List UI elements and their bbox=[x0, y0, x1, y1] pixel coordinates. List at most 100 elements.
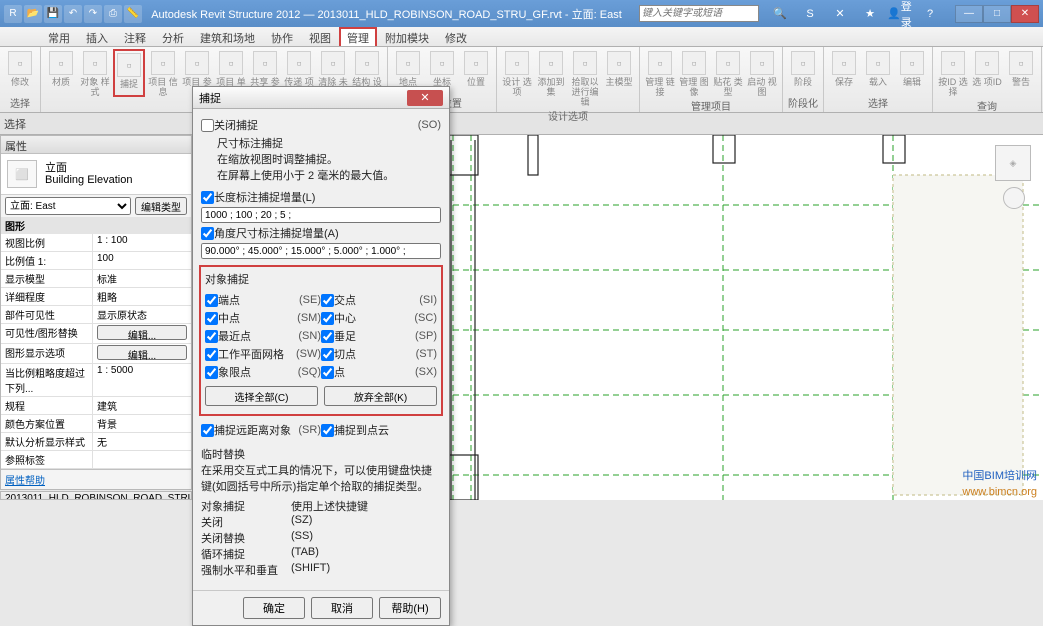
ribbon-button[interactable]: ▫选 项ID bbox=[971, 49, 1003, 97]
disable-snaps-checkbox[interactable] bbox=[201, 119, 214, 132]
type-selector[interactable]: ⬜ 立面 Building Elevation bbox=[1, 154, 191, 195]
view-cube[interactable]: ◈ bbox=[995, 145, 1031, 181]
ribbon-button[interactable]: ▫主模型 bbox=[603, 49, 635, 107]
property-value[interactable]: 粗略 bbox=[93, 288, 191, 305]
ribbon-tab-6[interactable]: 视图 bbox=[301, 27, 339, 46]
ribbon-button-icon: ▫ bbox=[396, 51, 420, 75]
snap-checkbox[interactable] bbox=[321, 312, 334, 325]
property-value[interactable]: 无 bbox=[93, 433, 191, 450]
ribbon-button[interactable]: ▫阶段 bbox=[787, 49, 819, 94]
exchange-icon[interactable]: ✕ bbox=[827, 5, 853, 23]
ribbon-button[interactable]: ▫载入 bbox=[862, 49, 894, 94]
ribbon-tab-7[interactable]: 管理 bbox=[339, 27, 377, 46]
help-icon[interactable]: ? bbox=[917, 5, 943, 23]
ribbon-button[interactable]: ▫捕捉 bbox=[113, 49, 145, 97]
property-value[interactable]: 1 : 100 bbox=[93, 234, 191, 251]
favorites-icon[interactable]: ★ bbox=[857, 5, 883, 23]
ribbon-button[interactable]: ▫添加到集 bbox=[535, 49, 567, 107]
properties-help-link[interactable]: 属性帮助 bbox=[1, 469, 191, 489]
shortcut-row: 强制水平和垂直(SHIFT) bbox=[201, 562, 441, 578]
property-name: 当比例粗略度超过下列... bbox=[1, 364, 93, 396]
ribbon-button[interactable]: ▫警告 bbox=[1005, 49, 1037, 97]
ribbon-button-label: 主模型 bbox=[605, 77, 632, 87]
signin-button[interactable]: 👤 登录 bbox=[887, 5, 913, 23]
select-all-button[interactable]: 选择全部(C) bbox=[205, 386, 318, 406]
snap-checkbox[interactable] bbox=[205, 366, 218, 379]
app-menu-icon[interactable]: R bbox=[4, 5, 22, 23]
ribbon-button[interactable]: ▫启动 视图 bbox=[746, 49, 778, 97]
ribbon-group-label: 选择 bbox=[4, 94, 36, 110]
ribbon-button[interactable]: ▫拾取以进行编辑 bbox=[569, 49, 601, 107]
snap-checkbox[interactable] bbox=[205, 312, 218, 325]
ribbon-button[interactable]: ▫保存 bbox=[828, 49, 860, 94]
window-close-button[interactable]: ✕ bbox=[1011, 5, 1039, 23]
ribbon-button-icon: ▫ bbox=[941, 51, 965, 75]
property-value[interactable]: 编辑... bbox=[93, 324, 191, 343]
property-value[interactable]: 100 bbox=[93, 252, 191, 269]
edit-type-button[interactable]: 编辑类型 bbox=[135, 197, 187, 215]
ribbon-button[interactable]: ▫按ID 选择 bbox=[937, 49, 969, 97]
ribbon-button[interactable]: ▫对象 样式 bbox=[79, 49, 111, 97]
ribbon-tab-0[interactable]: 常用 bbox=[40, 27, 78, 46]
ok-button[interactable]: 确定 bbox=[243, 597, 305, 619]
instance-selector[interactable]: 立面: East bbox=[5, 197, 131, 215]
snap-checkbox[interactable] bbox=[321, 348, 334, 361]
redo-icon[interactable]: ↷ bbox=[84, 5, 102, 23]
snap-checkbox[interactable] bbox=[205, 330, 218, 343]
ribbon-button[interactable]: ▫设计 选项 bbox=[501, 49, 533, 107]
minimize-button[interactable]: — bbox=[955, 5, 983, 23]
ribbon-tab-3[interactable]: 分析 bbox=[154, 27, 192, 46]
property-value[interactable] bbox=[93, 451, 191, 468]
deselect-all-button[interactable]: 放弃全部(K) bbox=[324, 386, 437, 406]
angle-increment-checkbox[interactable] bbox=[201, 227, 214, 240]
property-value[interactable]: 背景 bbox=[93, 415, 191, 432]
snap-checkbox[interactable] bbox=[321, 294, 334, 307]
property-value[interactable]: 显示原状态 bbox=[93, 306, 191, 323]
ribbon-button[interactable]: ▫管理 链接 bbox=[644, 49, 676, 97]
property-value[interactable]: 编辑... bbox=[93, 344, 191, 363]
dialog-close-button[interactable]: ✕ bbox=[407, 90, 443, 106]
property-edit-button[interactable]: 编辑... bbox=[97, 325, 187, 340]
ribbon-button[interactable]: ▫编辑 bbox=[896, 49, 928, 94]
length-increment-checkbox[interactable] bbox=[201, 191, 214, 204]
dialog-titlebar[interactable]: 捕捉 ✕ bbox=[193, 87, 449, 109]
property-edit-button[interactable]: 编辑... bbox=[97, 345, 187, 360]
maximize-button[interactable]: □ bbox=[983, 5, 1011, 23]
help-search-input[interactable] bbox=[639, 5, 759, 22]
remote-snap-checkbox[interactable] bbox=[201, 424, 214, 437]
ribbon-tab-5[interactable]: 协作 bbox=[263, 27, 301, 46]
property-value[interactable]: 建筑 bbox=[93, 397, 191, 414]
ribbon-tab-8[interactable]: 附加模块 bbox=[377, 27, 437, 46]
subscription-icon[interactable]: S bbox=[797, 5, 823, 23]
help-button[interactable]: 帮助(H) bbox=[379, 597, 441, 619]
ribbon-button[interactable]: ▫管理 图像 bbox=[678, 49, 710, 97]
measure-icon[interactable]: 📏 bbox=[124, 5, 142, 23]
property-value[interactable]: 标准 bbox=[93, 270, 191, 287]
ribbon-button[interactable]: ▫修改 bbox=[4, 49, 36, 94]
cancel-button[interactable]: 取消 bbox=[311, 597, 373, 619]
open-icon[interactable]: 📂 bbox=[24, 5, 42, 23]
ribbon-tab-2[interactable]: 注释 bbox=[116, 27, 154, 46]
ribbon-button[interactable]: ▫位置 bbox=[460, 49, 492, 94]
undo-icon[interactable]: ↶ bbox=[64, 5, 82, 23]
ribbon-tab-4[interactable]: 建筑和场地 bbox=[192, 27, 263, 46]
ribbon-tab-1[interactable]: 插入 bbox=[78, 27, 116, 46]
length-increment-input[interactable] bbox=[201, 207, 441, 223]
snap-checkbox[interactable] bbox=[205, 348, 218, 361]
pointcloud-snap-checkbox[interactable] bbox=[321, 424, 334, 437]
ribbon-button[interactable]: ▫项目 信息 bbox=[147, 49, 179, 97]
ribbon-button[interactable]: ▫材质 bbox=[45, 49, 77, 97]
ribbon-button[interactable]: ▫贴花 类型 bbox=[712, 49, 744, 97]
snap-checkbox[interactable] bbox=[321, 366, 334, 379]
ribbon-tab-9[interactable]: 修改 bbox=[437, 27, 475, 46]
shortcut-row: 对象捕捉使用上述快捷键 bbox=[201, 498, 441, 514]
ribbon-group-label: 阶段化 bbox=[787, 94, 819, 110]
angle-increment-input[interactable] bbox=[201, 243, 441, 259]
snap-checkbox[interactable] bbox=[205, 294, 218, 307]
save-icon[interactable]: 💾 bbox=[44, 5, 62, 23]
snap-checkbox[interactable] bbox=[321, 330, 334, 343]
nav-wheel-icon[interactable] bbox=[1003, 187, 1025, 209]
print-icon[interactable]: ⎙ bbox=[104, 5, 122, 23]
property-value[interactable]: 1 : 5000 bbox=[93, 364, 191, 396]
infocenter-search-icon[interactable]: 🔍 bbox=[767, 5, 793, 23]
